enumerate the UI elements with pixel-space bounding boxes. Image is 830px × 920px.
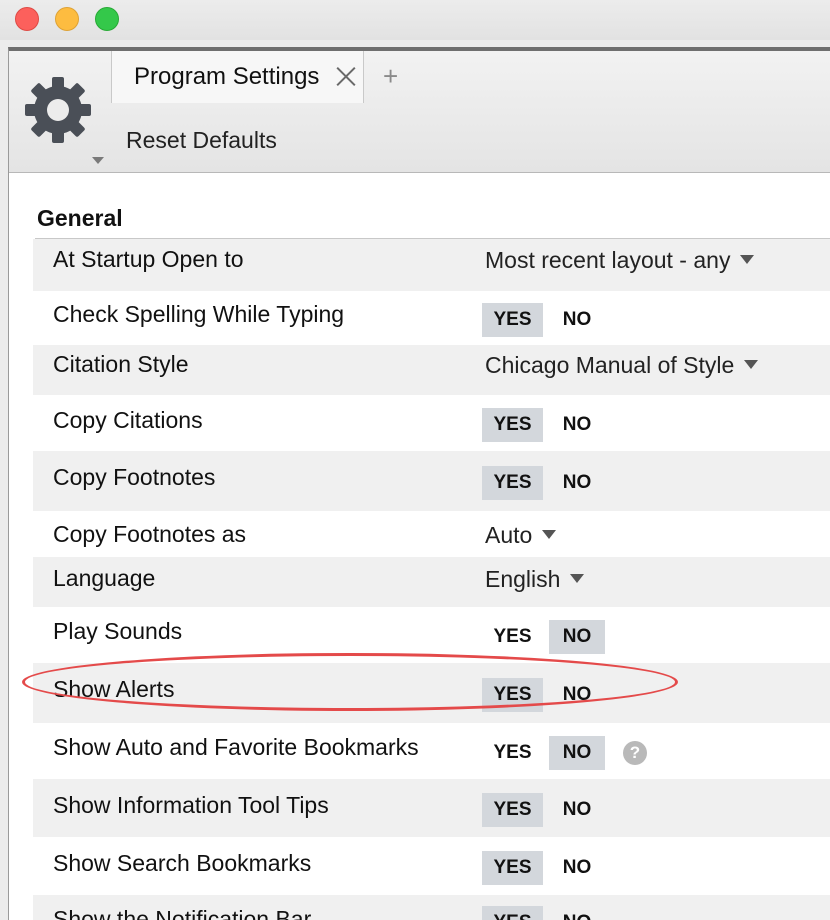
setting-label: Language: [53, 565, 156, 591]
add-tab-button[interactable]: +: [383, 61, 398, 92]
settings-list: At Startup Open to Most recent layout - a…: [33, 239, 830, 920]
tab-program-settings[interactable]: Program Settings: [111, 51, 364, 103]
toggle-no-option[interactable]: NO: [549, 851, 605, 885]
setting-label: At Startup Open to: [53, 246, 244, 272]
chevron-down-icon: [542, 530, 557, 539]
settings-window: Program Settings + Reset Defaults Genera…: [8, 47, 830, 920]
yes-no-toggle[interactable]: YESNO: [482, 466, 608, 500]
setting-row: Show Alerts YES NO: [33, 663, 830, 723]
settings-menu-button[interactable]: [23, 75, 93, 145]
toggle-no-option[interactable]: NO: [549, 303, 605, 337]
yes-no-toggle[interactable]: YESNO: [482, 408, 608, 442]
chevron-down-icon[interactable]: [92, 157, 104, 164]
toggle-yes-option[interactable]: YES: [482, 906, 543, 920]
setting-row: Show Information Tool Tips YES NO: [33, 779, 830, 837]
toggle-yes-option[interactable]: YES: [482, 466, 543, 500]
toggle-no-option[interactable]: NO: [549, 793, 605, 827]
tab-label: Program Settings: [134, 63, 320, 90]
yes-no-toggle[interactable]: YESNO: [482, 736, 608, 770]
toggle-no-option[interactable]: NO: [549, 466, 605, 500]
question-mark-icon[interactable]: ?: [623, 741, 647, 765]
yes-no-toggle[interactable]: YESNO: [482, 851, 608, 885]
reset-defaults-button[interactable]: Reset Defaults: [126, 127, 277, 154]
yes-no-toggle[interactable]: YESNO: [482, 793, 608, 827]
setting-dropdown[interactable]: English: [485, 566, 585, 593]
setting-row: Show the Notification Bar YES NO: [33, 895, 830, 920]
setting-label: Copy Footnotes as: [53, 521, 247, 547]
setting-row: Copy Citations YES NO: [33, 395, 830, 451]
dropdown-value: Auto: [485, 522, 533, 548]
chevron-down-icon: [570, 574, 585, 583]
toggle-yes-option[interactable]: YES: [482, 678, 543, 712]
window-titlebar: [0, 0, 830, 40]
yes-no-toggle[interactable]: YESNO: [482, 303, 608, 337]
chevron-down-icon: [744, 360, 759, 369]
setting-row: Language English: [33, 557, 830, 607]
chevron-down-icon: [740, 255, 755, 264]
setting-row: Copy Footnotes as Auto: [33, 511, 830, 557]
close-icon[interactable]: [335, 65, 357, 87]
setting-label: Show Alerts: [53, 676, 175, 702]
toggle-yes-option[interactable]: YES: [482, 736, 543, 770]
dropdown-value: Chicago Manual of Style: [485, 352, 735, 378]
toggle-no-option[interactable]: NO: [549, 678, 605, 712]
setting-label: Copy Footnotes: [53, 464, 216, 490]
settings-toolbar: Program Settings + Reset Defaults: [9, 51, 830, 173]
toggle-no-option[interactable]: NO: [549, 906, 605, 920]
section-title-general: General: [37, 205, 123, 231]
setting-row: Play Sounds YES NO: [33, 607, 830, 663]
dropdown-value: Most recent layout - any: [485, 247, 731, 273]
setting-row: Citation Style Chicago Manual of Style: [33, 345, 830, 395]
setting-label: Show Search Bookmarks: [53, 850, 312, 876]
setting-dropdown[interactable]: Chicago Manual of Style: [485, 352, 759, 379]
setting-row: Show Search Bookmarks YES NO: [33, 837, 830, 895]
toggle-yes-option[interactable]: YES: [482, 303, 543, 337]
setting-dropdown[interactable]: Auto: [485, 522, 557, 549]
setting-label: Show the Notification Bar: [53, 906, 312, 920]
toggle-no-option[interactable]: NO: [549, 620, 605, 654]
toggle-yes-option[interactable]: YES: [482, 408, 543, 442]
toggle-yes-option[interactable]: YES: [482, 793, 543, 827]
setting-label: Citation Style: [53, 351, 189, 377]
toggle-no-option[interactable]: NO: [549, 408, 605, 442]
yes-no-toggle[interactable]: YESNO: [482, 620, 608, 654]
window-close-button[interactable]: [15, 7, 39, 31]
setting-row: At Startup Open to Most recent layout - a…: [33, 239, 830, 291]
gear-icon: [25, 77, 91, 143]
setting-label: Check Spelling While Typing: [53, 301, 345, 327]
setting-row: Show Auto and Favorite Bookmarks YES NO?: [33, 723, 830, 779]
setting-row: Check Spelling While Typing YES NO: [33, 291, 830, 345]
setting-label: Copy Citations: [53, 407, 203, 433]
window-minimize-button[interactable]: [55, 7, 79, 31]
toggle-no-option[interactable]: NO: [549, 736, 605, 770]
setting-dropdown[interactable]: Most recent layout - any: [485, 247, 755, 274]
window-zoom-button[interactable]: [95, 7, 119, 31]
setting-label: Play Sounds: [53, 618, 183, 644]
toggle-yes-option[interactable]: YES: [482, 851, 543, 885]
dropdown-value: English: [485, 566, 561, 592]
setting-label: Show Auto and Favorite Bookmarks: [53, 734, 419, 760]
yes-no-toggle[interactable]: YES NO: [482, 906, 608, 920]
toggle-yes-option[interactable]: YES: [482, 620, 543, 654]
setting-row: Copy Footnotes YES NO: [33, 451, 830, 511]
setting-label: Show Information Tool Tips: [53, 792, 329, 818]
yes-no-toggle[interactable]: YESNO: [482, 678, 608, 712]
